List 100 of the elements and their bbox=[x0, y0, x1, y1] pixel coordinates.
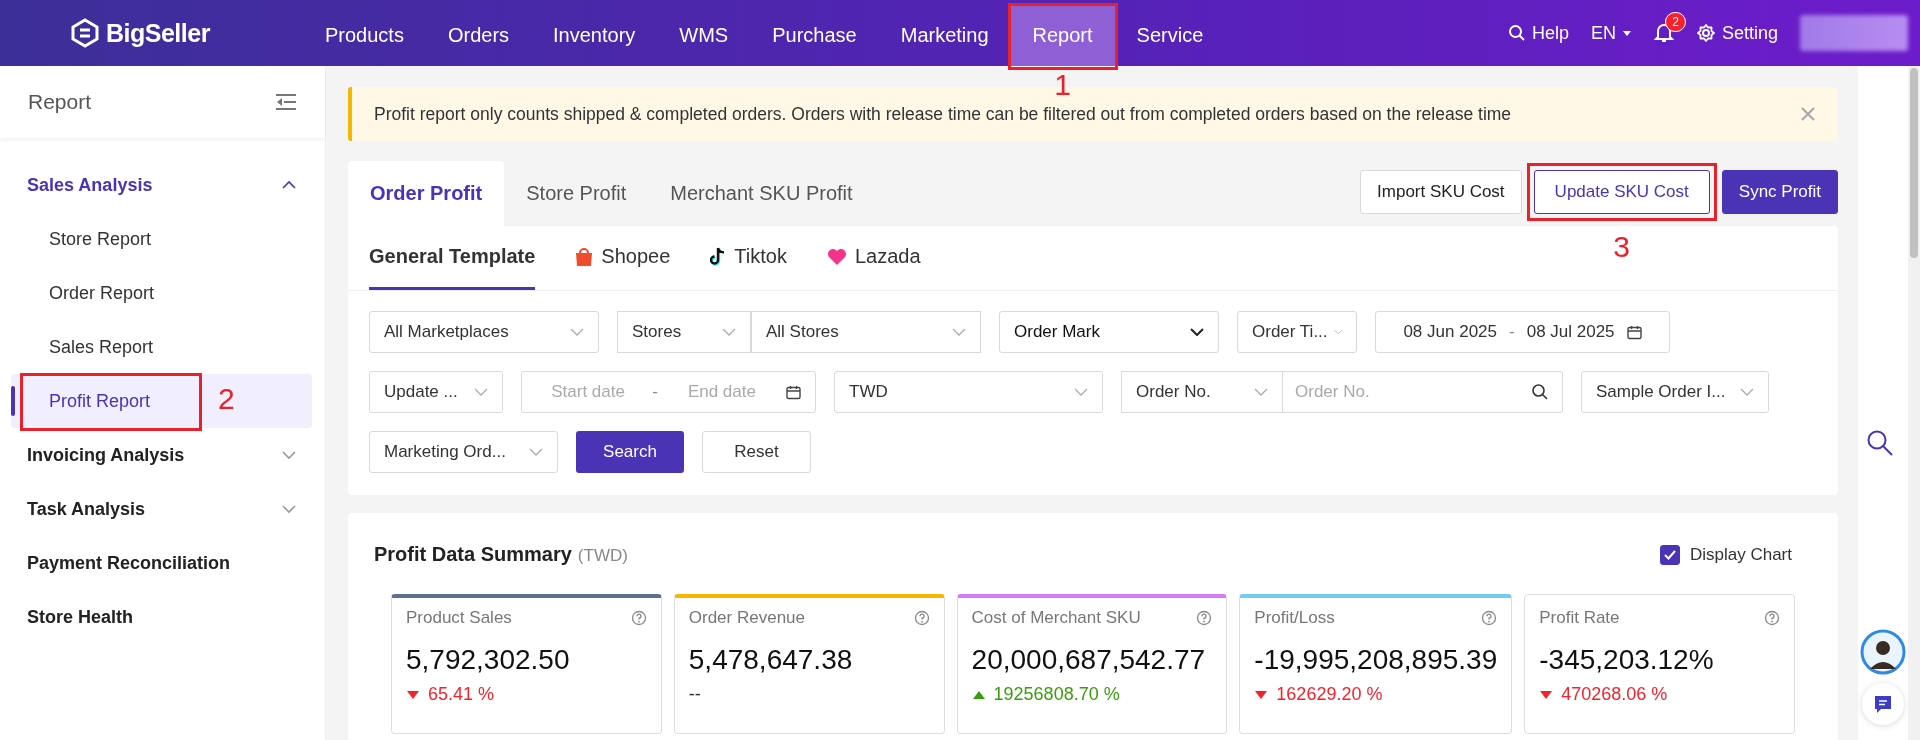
select-field[interactable]: Order Mark bbox=[999, 311, 1219, 353]
date-range-field[interactable]: Start date - End date bbox=[521, 371, 816, 413]
shopping-bag-icon bbox=[575, 246, 594, 267]
select-field[interactable]: Order Ti... bbox=[1237, 311, 1357, 353]
filter-button[interactable]: Search bbox=[576, 431, 684, 473]
metric-value: 5,792,302.50 bbox=[406, 644, 571, 676]
nav-item[interactable]: Report bbox=[1010, 4, 1115, 66]
callout-number: 2 bbox=[218, 384, 235, 414]
platform-tab[interactable]: Shopee bbox=[575, 226, 671, 290]
sidebar-item[interactable]: Profit Report bbox=[11, 390, 151, 412]
select-field[interactable]: All Marketplaces bbox=[369, 311, 599, 353]
filter-button[interactable]: Reset bbox=[702, 431, 811, 473]
alert-text: Profit report only counts shipped & completed orders. Orders with release time can be filtered out from completed orders based on the release time bbox=[374, 103, 1512, 125]
logo-text: BigSeller bbox=[106, 18, 210, 48]
platform-tab[interactable]: Lazada bbox=[826, 226, 921, 290]
tab[interactable]: Merchant SKU Profit bbox=[648, 161, 875, 226]
action-button[interactable]: Sync Profit bbox=[1721, 169, 1838, 214]
action-button[interactable]: Import SKU Cost bbox=[1360, 169, 1522, 214]
caret-icon bbox=[1621, 29, 1632, 37]
down-triangle-icon bbox=[406, 689, 420, 700]
chevron-icon bbox=[1254, 388, 1268, 396]
help-icon[interactable] bbox=[1764, 610, 1780, 626]
sidebar-item[interactable]: Order Report bbox=[11, 282, 155, 304]
sidebar-group[interactable]: Invoicing Analysis bbox=[0, 428, 325, 482]
help-icon[interactable] bbox=[913, 610, 930, 626]
select-field[interactable]: Order No. bbox=[1121, 371, 1283, 413]
nav-item[interactable]: Inventory bbox=[531, 4, 658, 66]
calendar-icon bbox=[786, 384, 801, 400]
metric-change: -- bbox=[688, 684, 701, 705]
date-range-field[interactable]: 08 Jun 2025 - 08 Jul 2025 bbox=[1375, 311, 1670, 353]
help-link[interactable]: Help bbox=[1507, 22, 1569, 44]
metric-label: Profit/Loss bbox=[1254, 608, 1335, 628]
metric-change: 470268.06 % bbox=[1561, 684, 1668, 705]
music-note-icon bbox=[710, 246, 727, 267]
chat-button[interactable] bbox=[1862, 683, 1904, 725]
metric-value: -19,995,208,895.39 bbox=[1254, 644, 1498, 676]
down-triangle-icon bbox=[1254, 689, 1269, 700]
language-selector[interactable]: EN bbox=[1590, 22, 1632, 44]
avatar[interactable] bbox=[1860, 629, 1906, 675]
select-field[interactable]: Marketing Ord... bbox=[369, 431, 558, 473]
setting-link[interactable]: Setting bbox=[1695, 22, 1778, 44]
chevron-icon bbox=[281, 180, 297, 190]
help-icon[interactable] bbox=[1196, 610, 1213, 626]
metric-label: Product Sales bbox=[406, 608, 512, 628]
checkbox-label: Display Chart bbox=[1689, 544, 1792, 565]
nav-item[interactable]: Products bbox=[303, 4, 426, 66]
logo-icon bbox=[70, 18, 100, 48]
action-button[interactable]: Update SKU Cost bbox=[1533, 169, 1710, 214]
nav-item[interactable]: Purchase bbox=[750, 4, 879, 66]
chevron-icon bbox=[952, 328, 966, 336]
checkbox[interactable] bbox=[1659, 544, 1680, 565]
select-field[interactable]: Update ... bbox=[369, 371, 503, 413]
sidebar-title: Report bbox=[28, 90, 92, 114]
search-icon[interactable] bbox=[1866, 429, 1894, 457]
sidebar-group[interactable]: Task Analysis bbox=[0, 482, 325, 536]
metric-change: 19256808.70 % bbox=[993, 684, 1120, 705]
select-field[interactable]: TWD bbox=[834, 371, 1103, 413]
metric-change: 65.41 % bbox=[428, 684, 495, 705]
nav-item[interactable]: Marketing bbox=[878, 4, 1011, 66]
select-field[interactable]: All Stores bbox=[751, 311, 981, 353]
nav-item[interactable]: Service bbox=[1114, 4, 1226, 66]
nav-item[interactable]: WMS bbox=[657, 4, 751, 66]
select-field[interactable]: Sample Order I... bbox=[1581, 371, 1769, 413]
platform-tab[interactable]: Tiktok bbox=[710, 226, 787, 290]
heart-icon bbox=[826, 247, 847, 266]
sidebar-group[interactable]: Sales Analysis bbox=[0, 158, 325, 212]
collapse-icon[interactable] bbox=[275, 93, 297, 111]
chevron-icon bbox=[1333, 328, 1342, 336]
metric-value: 5,478,647.38 bbox=[688, 644, 854, 676]
currency-label: (TWD) bbox=[577, 546, 628, 566]
notification-badge: 2 bbox=[1665, 12, 1686, 32]
chevron-icon bbox=[529, 448, 543, 456]
tab[interactable]: Order Profit bbox=[348, 161, 505, 226]
chevron-icon bbox=[1190, 328, 1204, 336]
callout-number: 1 bbox=[1054, 70, 1071, 100]
close-icon[interactable] bbox=[1800, 106, 1816, 122]
section-title: Profit Data Summary bbox=[374, 543, 572, 566]
search-field[interactable]: Order No. bbox=[1283, 371, 1563, 413]
sidebar-item[interactable]: Store Report bbox=[11, 228, 152, 250]
search-icon bbox=[1507, 24, 1526, 42]
up-triangle-icon bbox=[971, 689, 986, 700]
chevron-icon bbox=[281, 504, 297, 514]
chevron-icon bbox=[281, 450, 297, 460]
sidebar-group[interactable]: Store Health bbox=[0, 590, 325, 644]
calendar-icon bbox=[1626, 324, 1642, 340]
select-field[interactable]: Stores bbox=[617, 311, 751, 353]
scrollbar-thumb[interactable] bbox=[1910, 68, 1918, 258]
help-icon[interactable] bbox=[630, 610, 647, 626]
platform-tab[interactable]: General Template bbox=[369, 226, 536, 290]
chevron-icon bbox=[1740, 388, 1754, 396]
settings-icon bbox=[1695, 23, 1716, 43]
sidebar-item[interactable]: Sales Report bbox=[11, 336, 154, 358]
bell-icon[interactable] bbox=[1653, 22, 1674, 44]
chevron-icon bbox=[1074, 388, 1088, 396]
nav-item[interactable]: Orders bbox=[425, 4, 532, 66]
help-icon[interactable] bbox=[1481, 610, 1498, 626]
user-account[interactable] bbox=[1800, 15, 1908, 51]
chat-icon bbox=[1873, 694, 1893, 714]
tab[interactable]: Store Profit bbox=[504, 161, 649, 226]
sidebar-group[interactable]: Payment Reconciliation bbox=[0, 536, 325, 590]
